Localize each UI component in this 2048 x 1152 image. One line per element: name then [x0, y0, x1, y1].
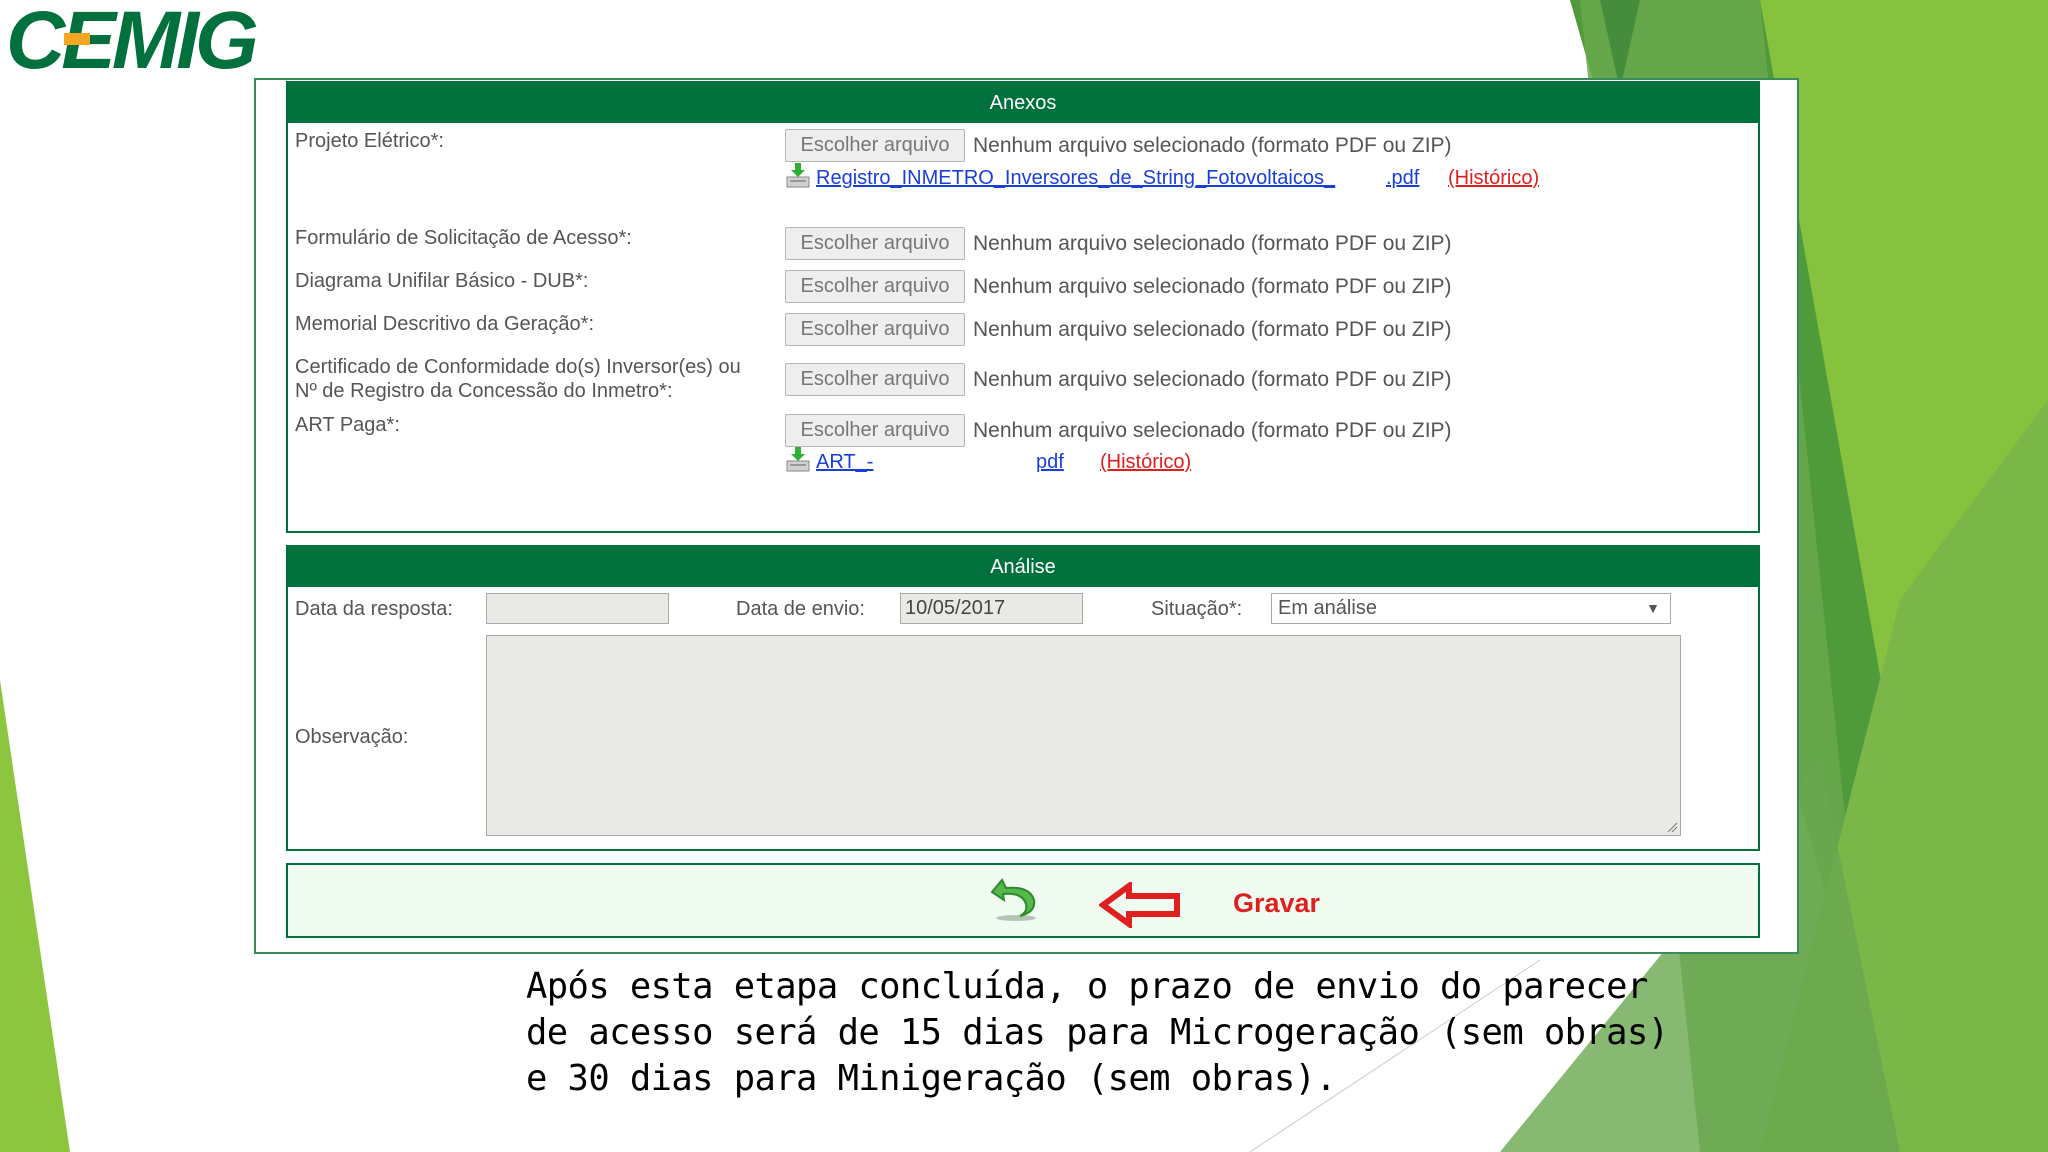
observacao-label: Observação:: [295, 726, 409, 748]
art-history-link[interactable]: (Histórico): [1100, 449, 1191, 475]
art-attachment-ext[interactable]: pdf: [1036, 449, 1064, 475]
actions-panel: Gravar: [286, 863, 1760, 938]
anexos-panel: Anexos Projeto Elétrico*: Escolher arqui…: [286, 81, 1760, 533]
formulario-acesso-file-button[interactable]: Escolher arquivo: [785, 227, 965, 260]
chevron-down-icon: ▼: [1646, 600, 1660, 616]
memorial-descritivo-label: Memorial Descritivo da Geração*:: [295, 313, 594, 335]
art-paga-file-button[interactable]: Escolher arquivo: [785, 414, 965, 447]
red-left-arrow-icon: [1099, 882, 1180, 928]
certificado-conformidade-label-line1: Certificado de Conformidade do(s) Invers…: [295, 356, 741, 378]
caption-line-1: Após esta etapa concluída, o prazo de en…: [526, 966, 1648, 1007]
art-paga-label: ART Paga*:: [295, 414, 400, 436]
situacao-selected-value: Em análise: [1278, 597, 1377, 619]
projeto-eletrico-file-button[interactable]: Escolher arquivo: [785, 129, 965, 162]
projeto-eletrico-attachment-link[interactable]: Registro_INMETRO_Inversores_de_String_Fo…: [816, 165, 1335, 191]
resize-grip-icon[interactable]: [1666, 821, 1678, 833]
diagrama-unifilar-file-button[interactable]: Escolher arquivo: [785, 270, 965, 303]
svg-text:CEMIG: CEMIG: [6, 0, 257, 80]
projeto-eletrico-label: Projeto Elétrico*:: [295, 130, 444, 152]
caption-line-2: de acesso será de 15 dias para Microgera…: [526, 1012, 1669, 1053]
download-icon: [786, 447, 810, 472]
download-icon: [786, 163, 810, 188]
analise-header: Análise: [288, 547, 1758, 587]
undo-arrow-icon[interactable]: [988, 872, 1040, 924]
caption-line-3: e 30 dias para Minigeração (sem obras).: [526, 1058, 1337, 1099]
art-attachment-link[interactable]: ART_-: [816, 449, 873, 475]
certificado-conformidade-label-line2: Nº de Registro da Concessão do Inmetro*:: [295, 380, 673, 402]
data-envio-label: Data de envio:: [736, 598, 865, 620]
certificado-conformidade-file-status: Nenhum arquivo selecionado (formato PDF …: [973, 368, 1452, 391]
data-envio-input[interactable]: 10/05/2017: [900, 593, 1083, 624]
observacao-textarea[interactable]: [486, 635, 1681, 836]
memorial-descritivo-file-status: Nenhum arquivo selecionado (formato PDF …: [973, 318, 1452, 341]
data-resposta-label: Data da resposta:: [295, 598, 453, 620]
projeto-eletrico-attachment-ext[interactable]: .pdf: [1386, 165, 1419, 191]
diagrama-unifilar-label: Diagrama Unifilar Básico - DUB*:: [295, 270, 589, 292]
art-paga-file-status: Nenhum arquivo selecionado (formato PDF …: [973, 419, 1452, 442]
projeto-eletrico-history-link[interactable]: (Histórico): [1448, 165, 1539, 191]
projeto-eletrico-file-status: Nenhum arquivo selecionado (formato PDF …: [973, 134, 1452, 157]
situacao-select[interactable]: Em análise ▼: [1271, 593, 1671, 624]
analise-panel: Análise Data da resposta: Data de envio:…: [286, 545, 1760, 851]
situacao-label: Situação*:: [1151, 598, 1243, 620]
gravar-annotation: Gravar: [1233, 888, 1321, 918]
formulario-acesso-label: Formulário de Solicitação de Acesso*:: [295, 227, 632, 249]
diagrama-unifilar-file-status: Nenhum arquivo selecionado (formato PDF …: [973, 275, 1452, 298]
anexos-header: Anexos: [288, 83, 1758, 123]
data-resposta-input[interactable]: [486, 593, 669, 624]
memorial-descritivo-file-button[interactable]: Escolher arquivo: [785, 313, 965, 346]
formulario-acesso-file-status: Nenhum arquivo selecionado (formato PDF …: [973, 232, 1452, 255]
slide-caption: Após esta etapa concluída, o prazo de en…: [526, 964, 1669, 1102]
cemig-logo: CEMIG: [6, 0, 261, 80]
certificado-conformidade-file-button[interactable]: Escolher arquivo: [785, 363, 965, 396]
